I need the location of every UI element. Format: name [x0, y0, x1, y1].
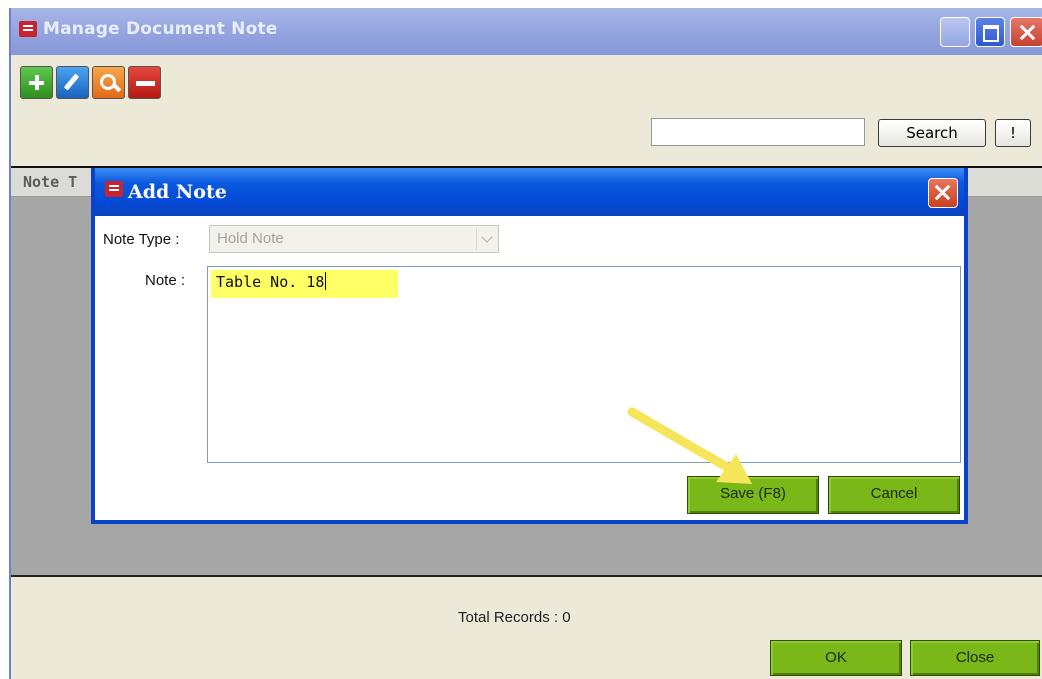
close-window-button[interactable]: [1010, 17, 1042, 47]
view-icon[interactable]: [92, 66, 125, 99]
chevron-down-icon[interactable]: [476, 228, 497, 250]
edit-icon[interactable]: [56, 66, 89, 99]
add-note-dialog: Add Note Note Type : Hold Note Note : Ta…: [91, 168, 968, 524]
note-type-value: Hold Note: [217, 230, 284, 247]
note-textarea[interactable]: Table No. 18: [207, 266, 961, 463]
dialog-body: Note Type : Hold Note Note : Table No. 1…: [95, 216, 964, 520]
close-button[interactable]: Close: [910, 640, 1040, 676]
note-text: Table No. 18: [216, 273, 325, 291]
text-caret: [325, 272, 327, 290]
dialog-cart-icon: [105, 181, 123, 197]
dialog-title: Add Note: [128, 181, 227, 203]
dialog-close-button[interactable]: [928, 178, 958, 208]
exclaim-button[interactable]: !: [995, 119, 1031, 147]
total-records: Total Records : 0: [458, 609, 571, 626]
delete-icon[interactable]: [128, 66, 161, 99]
maximize-button[interactable]: [975, 17, 1005, 47]
annotation-arrow-icon: [627, 407, 752, 484]
note-label: Note :: [145, 272, 186, 289]
column-header-note-type[interactable]: Note T: [23, 173, 77, 191]
app-cart-icon: [19, 21, 37, 37]
note-type-select[interactable]: Hold Note: [209, 225, 499, 253]
note-type-label: Note Type :: [103, 231, 180, 248]
dialog-title-bar[interactable]: Add Note: [95, 168, 964, 216]
minimize-button[interactable]: [940, 17, 970, 47]
search-button[interactable]: Search: [878, 119, 986, 147]
cancel-button[interactable]: Cancel: [828, 476, 960, 514]
note-text-line: Table No. 18: [216, 272, 327, 291]
window-title-bar[interactable]: Manage Document Note: [11, 8, 1042, 55]
window-title: Manage Document Note: [43, 19, 278, 39]
search-input[interactable]: [651, 118, 865, 146]
add-icon[interactable]: [20, 66, 53, 99]
ok-button[interactable]: OK: [770, 640, 902, 676]
